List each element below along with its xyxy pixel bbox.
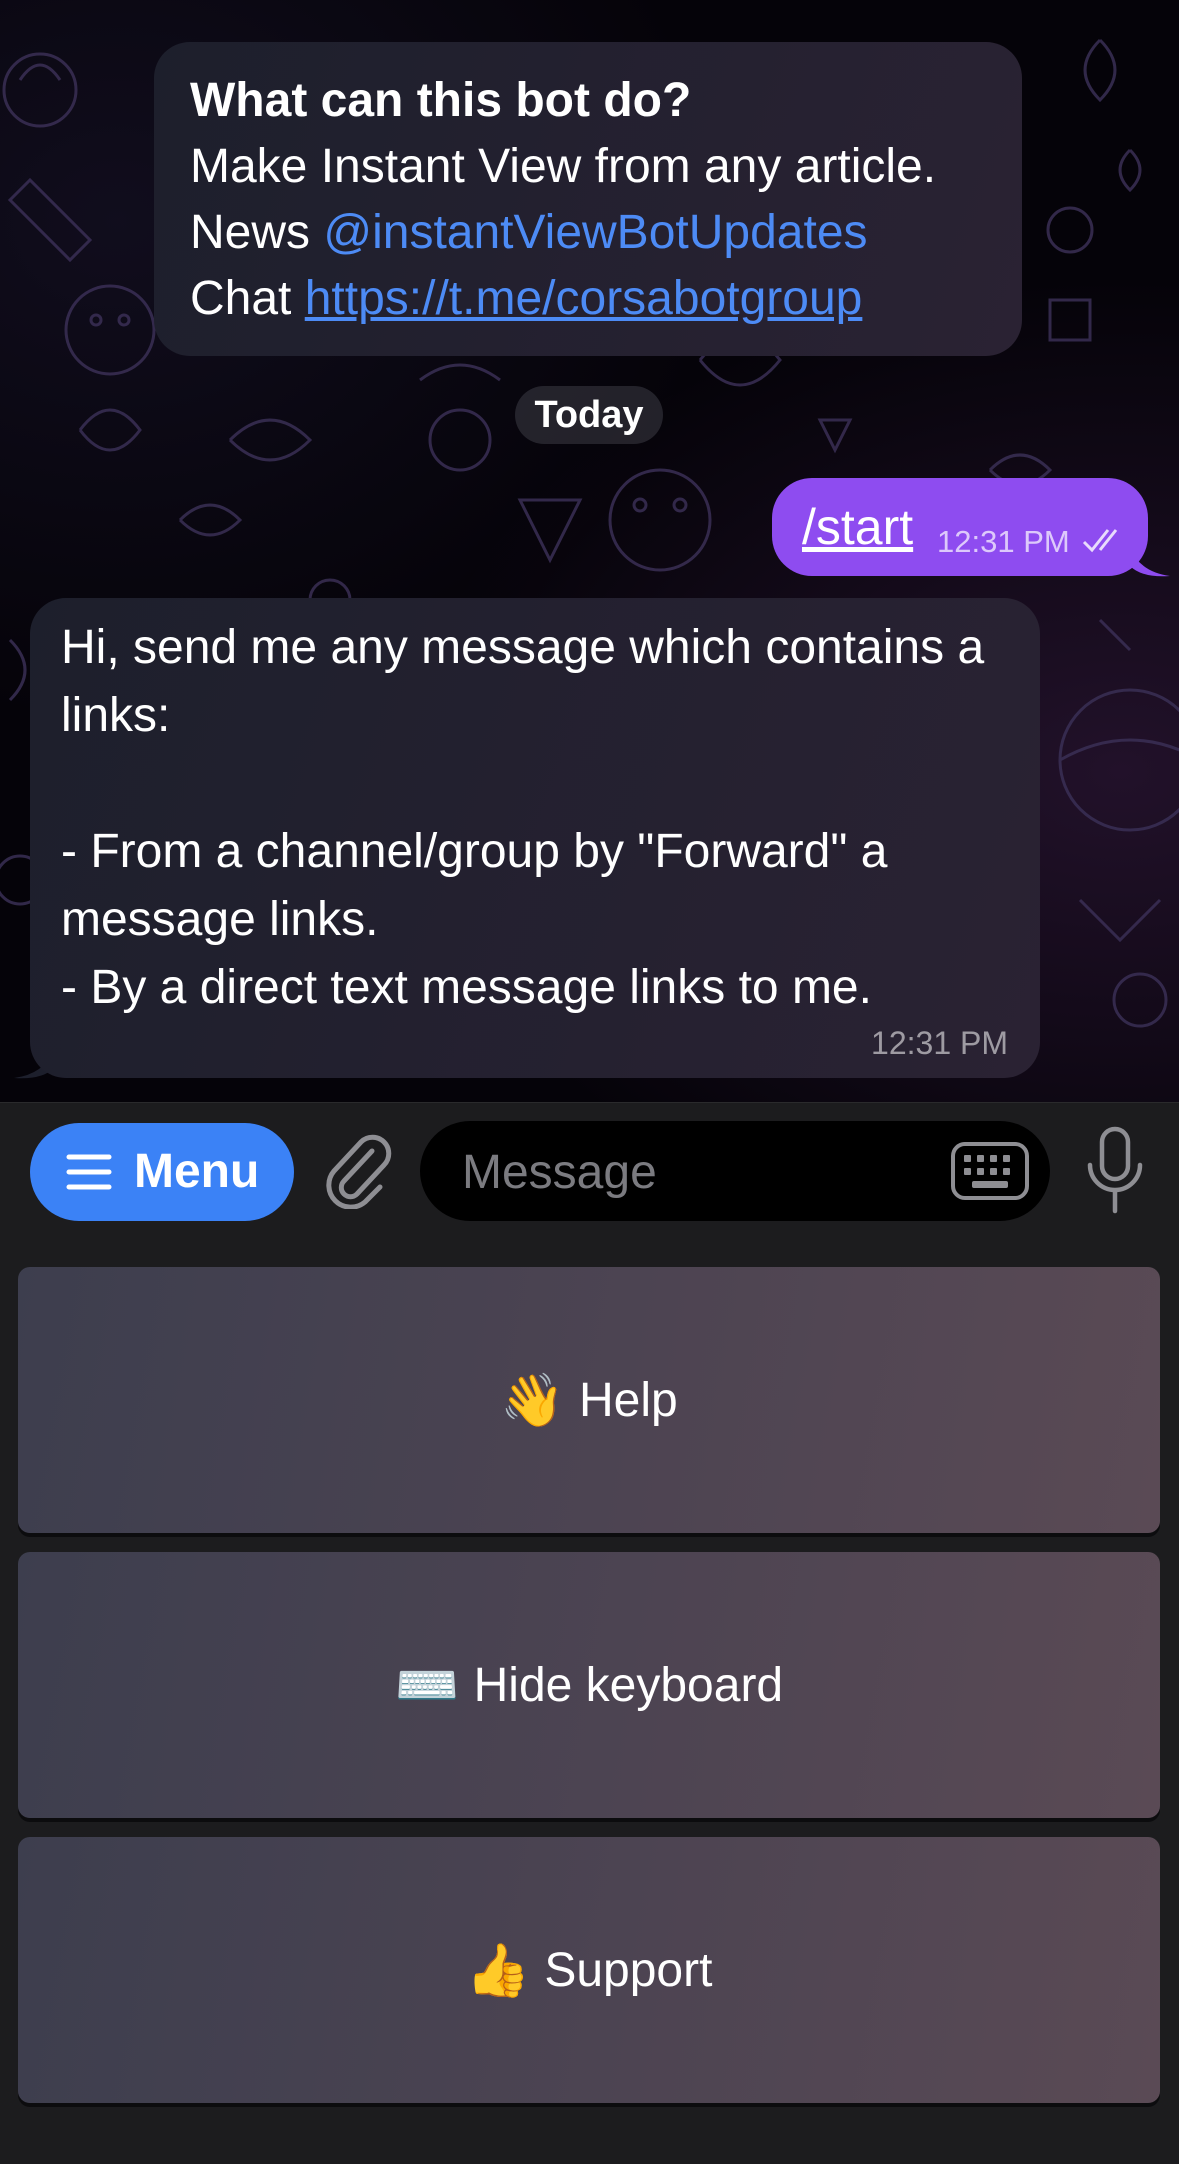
- message-input-bar: Menu: [0, 1102, 1179, 1238]
- menu-button[interactable]: Menu: [30, 1123, 294, 1221]
- help-button[interactable]: 👋 Help: [18, 1267, 1160, 1533]
- incoming-timestamp: 12:31 PM: [871, 1025, 1008, 1061]
- thumbs-up-icon: 👍: [465, 1941, 531, 2000]
- waving-hand-icon: 👋: [500, 1371, 566, 1430]
- double-check-icon: [1082, 529, 1118, 553]
- keyboard-icon[interactable]: [950, 1141, 1030, 1201]
- news-label: News: [190, 206, 324, 259]
- chat-label: Chat: [190, 272, 305, 325]
- paperclip-icon[interactable]: [320, 1129, 394, 1209]
- incoming-message-text: Hi, send me any message which contains a…: [61, 621, 985, 1014]
- chat-area[interactable]: What can this bot do? Make Instant View …: [0, 0, 1179, 1102]
- bot-info-description: Make Instant View from any article.: [190, 140, 937, 193]
- support-button[interactable]: 👍 Support: [18, 1837, 1160, 2103]
- menu-lines-icon: [66, 1154, 112, 1190]
- bot-reply-keyboard: 👋 Help ⌨️ Hide keyboard 👍 Support: [0, 1237, 1179, 2164]
- start-command-link[interactable]: /start: [802, 498, 913, 556]
- news-handle-link[interactable]: @instantViewBotUpdates: [323, 206, 867, 259]
- bot-info-bubble: What can this bot do? Make Instant View …: [154, 42, 1022, 356]
- menu-button-label: Menu: [134, 1145, 260, 1198]
- hide-keyboard-button[interactable]: ⌨️ Hide keyboard: [18, 1552, 1160, 1818]
- incoming-message-bubble[interactable]: Hi, send me any message which contains a…: [30, 598, 1040, 1078]
- message-input[interactable]: [460, 1121, 944, 1223]
- keyboard-emoji-icon: ⌨️: [394, 1656, 460, 1715]
- message-field[interactable]: [420, 1121, 1050, 1223]
- date-divider: Today: [515, 386, 663, 444]
- bot-info-text: What can this bot do? Make Instant View …: [190, 68, 1002, 332]
- support-button-label: Support: [544, 1943, 713, 1997]
- microphone-icon[interactable]: [1084, 1125, 1146, 1217]
- chat-group-link[interactable]: https://t.me/corsabotgroup: [305, 272, 863, 325]
- help-button-label: Help: [579, 1373, 678, 1427]
- bot-info-title: What can this bot do?: [190, 74, 692, 127]
- outgoing-timestamp: 12:31 PM: [937, 524, 1070, 559]
- hide-keyboard-button-label: Hide keyboard: [473, 1658, 784, 1712]
- outgoing-message-bubble[interactable]: /start 12:31 PM: [772, 478, 1148, 576]
